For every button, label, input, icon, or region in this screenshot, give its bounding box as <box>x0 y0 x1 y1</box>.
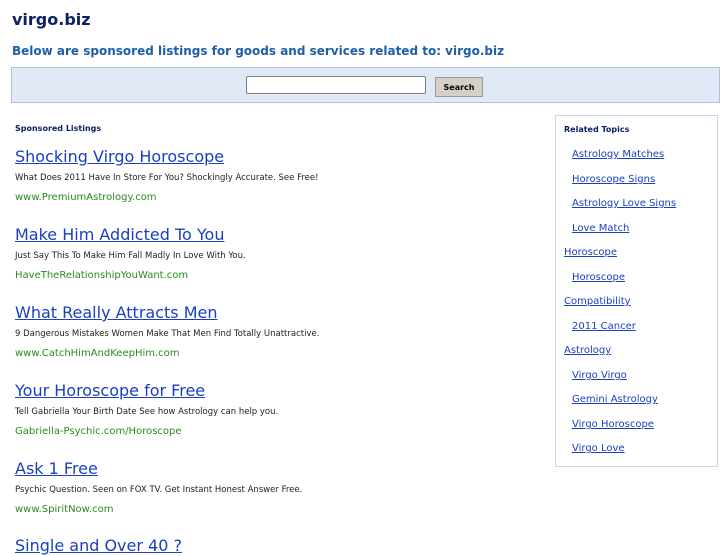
page-subtitle: Below are sponsored listings for goods a… <box>12 44 505 58</box>
related-topics-panel: Related Topics Astrology Matches Horosco… <box>555 115 718 467</box>
listing-item: Make Him Addicted To You Just Say This T… <box>15 225 535 285</box>
related-topic-link[interactable]: Astrology Love Signs <box>572 197 676 211</box>
listing-url-link[interactable]: www.SpiritNow.com <box>15 501 535 519</box>
related-topic-link[interactable]: Horoscope Signs <box>572 173 655 187</box>
listing-title-link[interactable]: Ask 1 Free <box>15 459 535 479</box>
search-input[interactable] <box>246 76 426 94</box>
listing-url-link[interactable]: www.PremiumAstrology.com <box>15 189 535 207</box>
related-topic-category-link[interactable]: Horoscope <box>564 246 617 260</box>
listing-description: What Does 2011 Have In Store For You? Sh… <box>15 173 319 183</box>
related-topic-link[interactable]: Love Match <box>572 222 629 236</box>
search-button[interactable]: Search <box>435 77 483 97</box>
listing-title-link[interactable]: Your Horoscope for Free <box>15 381 535 401</box>
listing-item: Shocking Virgo Horoscope What Does 2011 … <box>15 147 535 207</box>
listing-title-link[interactable]: Single and Over 40 ? <box>15 536 535 556</box>
listing-description: 9 Dangerous Mistakes Women Make That Men… <box>15 329 320 339</box>
search-bar: Search <box>11 67 720 103</box>
listing-url-link[interactable]: Gabriella-Psychic.com/Horoscope <box>15 423 535 441</box>
listing-item: Single and Over 40 ? <box>15 536 535 556</box>
listing-item: Your Horoscope for Free Tell Gabriella Y… <box>15 381 535 441</box>
related-topic-link[interactable]: Virgo Virgo <box>572 369 627 383</box>
sponsored-listings-heading: Sponsored Listings <box>15 124 102 133</box>
related-topic-link[interactable]: Virgo Horoscope <box>572 418 654 432</box>
listing-title-link[interactable]: Make Him Addicted To You <box>15 225 535 245</box>
listing-description: Psychic Question. Seen on FOX TV. Get In… <box>15 485 303 495</box>
related-topic-category-link[interactable]: Astrology <box>564 344 611 358</box>
listing-title-link[interactable]: What Really Attracts Men <box>15 303 535 323</box>
related-topic-category-link[interactable]: Compatibility <box>564 295 631 309</box>
listing-description: Tell Gabriella Your Birth Date See how A… <box>15 407 279 417</box>
site-title: virgo.biz <box>12 10 91 29</box>
related-topics-heading: Related Topics <box>564 125 630 134</box>
related-topic-link[interactable]: 2011 Cancer <box>572 320 636 334</box>
related-topic-link[interactable]: Astrology Matches <box>572 148 664 162</box>
listing-title-link[interactable]: Shocking Virgo Horoscope <box>15 147 535 167</box>
listing-description: Just Say This To Make Him Fall Madly In … <box>15 251 246 261</box>
related-topic-link[interactable]: Virgo Love <box>572 442 625 456</box>
related-topic-link[interactable]: Horoscope <box>572 271 625 285</box>
listing-url-link[interactable]: www.CatchHimAndKeepHim.com <box>15 345 535 363</box>
listing-url-link[interactable]: HaveTheRelationshipYouWant.com <box>15 267 535 285</box>
listing-item: What Really Attracts Men 9 Dangerous Mis… <box>15 303 535 363</box>
related-topic-link[interactable]: Gemini Astrology <box>572 393 658 407</box>
listing-item: Ask 1 Free Psychic Question. Seen on FOX… <box>15 459 535 519</box>
